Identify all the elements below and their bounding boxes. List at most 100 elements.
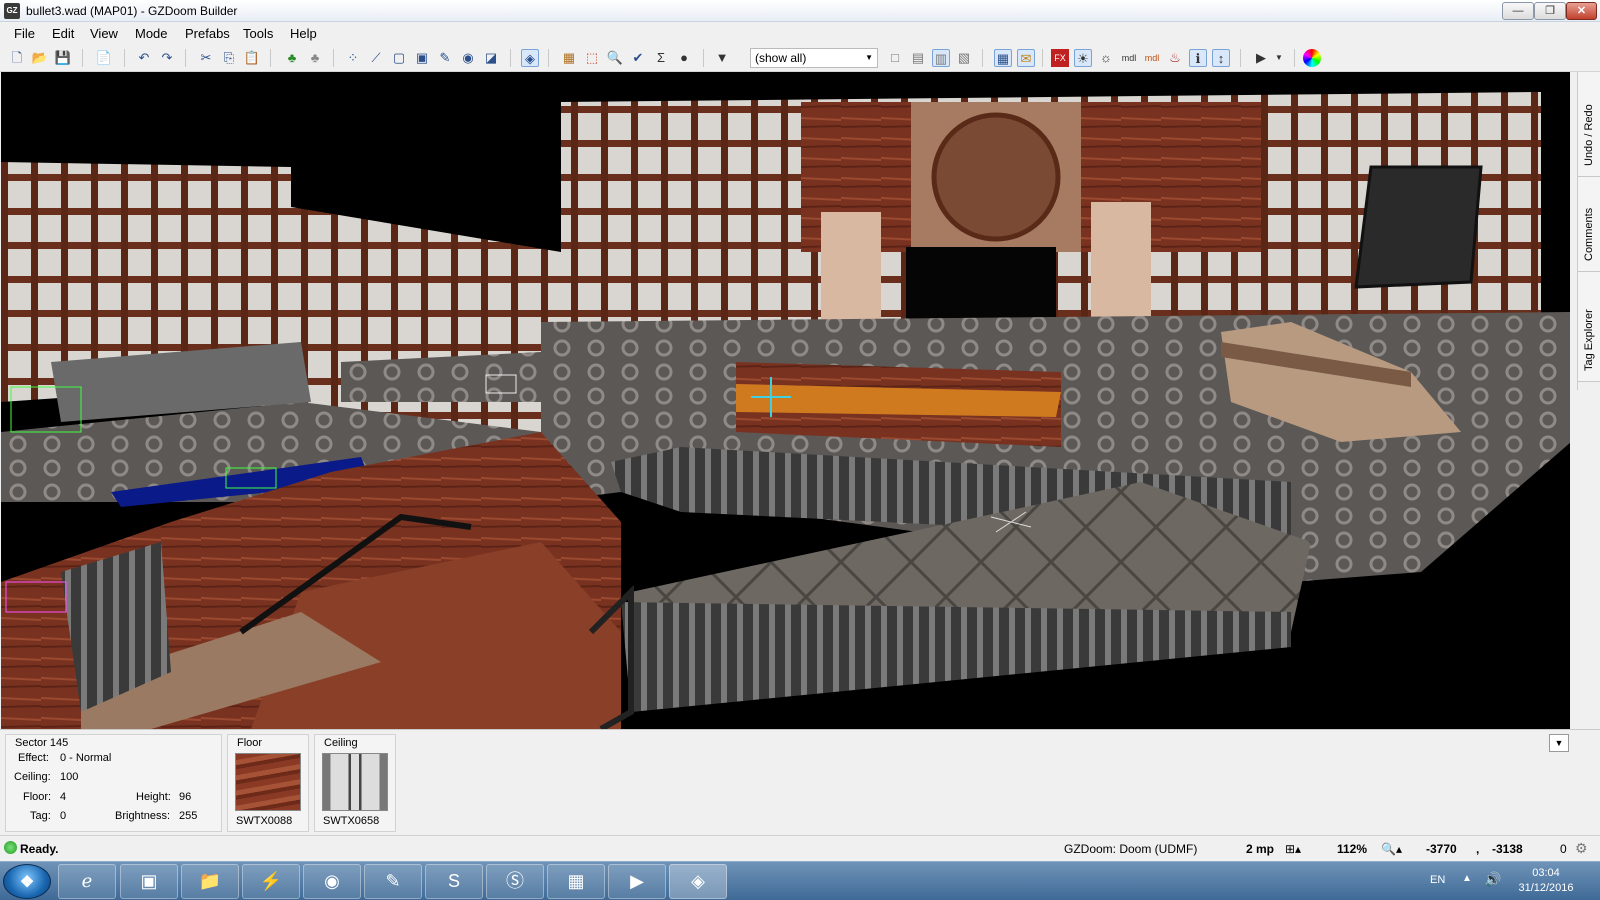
tray-clock[interactable]: 03:04 31/12/2016 <box>1516 866 1576 896</box>
menu-help[interactable]: Help <box>290 26 317 41</box>
zoom-level[interactable]: 112% <box>1337 842 1367 856</box>
close-button[interactable]: ✕ <box>1566 2 1597 20</box>
windows-taskbar: ❖ ℯ ▣ 📁 ⚡ ◉ ✎ S Ⓢ ▦ ▶ ◈ EN ▲ 🔊 03:04 31/… <box>0 861 1600 900</box>
dynamic-lights-icon[interactable]: ☀ <box>1074 49 1092 67</box>
engine-label: GZDoom: Doom (UDMF) <box>1064 842 1198 856</box>
statistics-icon[interactable]: Σ <box>652 49 670 67</box>
docker-panel: Undo / Redo Comments Tag Explorer <box>1577 72 1600 390</box>
tab-undo-redo[interactable]: Undo / Redo <box>1578 72 1600 177</box>
fog-icon[interactable]: ♨ <box>1166 49 1184 67</box>
copy-icon[interactable]: ⎘ <box>220 49 238 67</box>
event-lines-icon[interactable]: ↕ <box>1212 49 1230 67</box>
floor-texture-preview[interactable] <box>235 753 301 811</box>
draw-geometry-icon[interactable]: ✎ <box>436 49 454 67</box>
flat-browser-icon[interactable]: ⬚ <box>583 49 601 67</box>
menu-file[interactable]: File <box>14 26 35 41</box>
app-icon: GZ <box>4 3 20 19</box>
grid-icon[interactable]: ▦ <box>994 49 1012 67</box>
menu-bar: File Edit View Mode Prefabs Tools Help <box>0 22 1600 44</box>
tab-tag-explorer[interactable]: Tag Explorer <box>1578 272 1600 382</box>
paste-icon[interactable]: 📋 <box>243 49 261 67</box>
script-editor-icon[interactable]: 📄 <box>95 49 113 67</box>
open-map-icon[interactable]: 📂 <box>31 49 49 67</box>
play-dropdown-icon[interactable]: ▼ <box>1270 49 1288 67</box>
start-button[interactable]: ❖ <box>3 864 51 899</box>
filter-icon[interactable]: ▼ <box>713 49 731 67</box>
make-sector-icon[interactable]: ◪ <box>482 49 500 67</box>
maximize-button[interactable]: ❐ <box>1534 2 1566 20</box>
test-map-icon[interactable]: ● <box>675 49 693 67</box>
calculator-icon[interactable]: ▦ <box>547 864 605 899</box>
view-brightness-icon[interactable]: ▤ <box>909 49 927 67</box>
ceiling-label: Ceiling: <box>14 771 51 783</box>
insert-previous-prefab-icon[interactable]: ♣ <box>306 49 324 67</box>
insert-prefab-icon[interactable]: ♣ <box>283 49 301 67</box>
floor-label: Floor: <box>23 791 52 803</box>
height-value: 96 <box>179 791 192 803</box>
visual-mode-icon[interactable]: ◉ <box>459 49 477 67</box>
firefox-icon[interactable]: ◉ <box>303 864 361 899</box>
save-map-icon[interactable]: 💾 <box>54 49 72 67</box>
sectors-mode-icon[interactable]: ▢ <box>390 49 408 67</box>
new-map-icon[interactable]: 🗋 <box>8 49 26 67</box>
things-filter-select[interactable]: (show all) ▼ <box>750 48 878 68</box>
tab-comments[interactable]: Comments <box>1578 177 1600 272</box>
comments-icon[interactable]: ✉ <box>1017 49 1035 67</box>
tray-language[interactable]: EN <box>1430 874 1445 886</box>
minimize-button[interactable]: — <box>1502 2 1534 20</box>
models-icon[interactable]: mdl <box>1120 49 1138 67</box>
menu-view[interactable]: View <box>90 26 118 41</box>
windows-logo-icon: ❖ <box>19 874 35 891</box>
visual-mode-viewport[interactable] <box>1 72 1570 729</box>
menu-prefabs[interactable]: Prefabs <box>185 26 230 41</box>
grid-size[interactable]: 2 mp <box>1246 842 1274 856</box>
skype-icon[interactable]: Ⓢ <box>486 864 544 899</box>
cut-icon[interactable]: ✂ <box>197 49 215 67</box>
panel-collapse-button[interactable]: ▼ <box>1549 734 1569 752</box>
media-player-icon[interactable]: ▶ <box>608 864 666 899</box>
office-icon[interactable]: ▣ <box>120 864 178 899</box>
toolbar: 🗋 📂 💾 📄 ↶ ↷ ✂ ⎘ 📋 ♣ ♣ ⁘ ⟋ ▢ ▣ ✎ ◉ ◪ ◈ ▦ … <box>0 44 1600 72</box>
color-picker-icon[interactable] <box>1303 49 1321 67</box>
paint-icon[interactable]: ✎ <box>364 864 422 899</box>
texture-browser-icon[interactable]: ▦ <box>560 49 578 67</box>
fx-icon[interactable]: FX <box>1051 49 1069 67</box>
vertices-mode-icon[interactable]: ⁘ <box>344 49 362 67</box>
linedefs-mode-icon[interactable]: ⟋ <box>367 49 385 67</box>
menu-mode[interactable]: Mode <box>135 26 168 41</box>
selected-models-icon[interactable]: mdl <box>1143 49 1161 67</box>
slade-icon[interactable]: S <box>425 864 483 899</box>
internet-explorer-icon[interactable]: ℯ <box>58 864 116 899</box>
settings-icon[interactable]: ⚙ <box>1575 840 1588 857</box>
coord-separator: , <box>1476 842 1480 856</box>
map-analysis-icon[interactable]: ✔ <box>629 49 647 67</box>
zoom-icon[interactable]: 🔍▴ <box>1381 842 1402 856</box>
volume-icon[interactable]: 🔊 <box>1484 871 1501 888</box>
view-ceilings-icon[interactable]: ▧ <box>955 49 973 67</box>
ceiling-texture-preview[interactable] <box>322 753 388 811</box>
ceiling-value: 100 <box>60 771 79 783</box>
play-icon[interactable]: ▶ <box>1252 49 1270 67</box>
clock-date: 31/12/2016 <box>1518 882 1574 894</box>
coord-x: -3770 <box>1426 842 1457 856</box>
view-floors-icon[interactable]: ▥ <box>932 49 950 67</box>
status-ok-icon <box>4 841 17 854</box>
ceiling-texture-label: Ceiling <box>324 737 358 749</box>
gzdb-mode-icon[interactable]: ◈ <box>521 49 539 67</box>
menu-edit[interactable]: Edit <box>52 26 74 41</box>
tray-arrow-icon[interactable]: ▲ <box>1462 873 1472 884</box>
redo-icon[interactable]: ↷ <box>158 49 176 67</box>
file-explorer-icon[interactable]: 📁 <box>181 864 239 899</box>
things-mode-icon[interactable]: ▣ <box>413 49 431 67</box>
grid-icon-status[interactable]: ⊞▴ <box>1285 842 1301 856</box>
gzdb-taskbar-icon[interactable]: ◈ <box>669 864 727 899</box>
find-replace-icon[interactable]: 🔍 <box>606 49 624 67</box>
undo-icon[interactable]: ↶ <box>135 49 153 67</box>
brightness-label: Brightness: <box>115 810 171 822</box>
view-normal-icon[interactable]: □ <box>886 49 904 67</box>
animated-lights-icon[interactable]: ☼ <box>1097 49 1115 67</box>
effect-label: Effect: <box>18 752 49 764</box>
winamp-icon[interactable]: ⚡ <box>242 864 300 899</box>
sky-icon[interactable]: ℹ <box>1189 49 1207 67</box>
menu-tools[interactable]: Tools <box>243 26 273 41</box>
